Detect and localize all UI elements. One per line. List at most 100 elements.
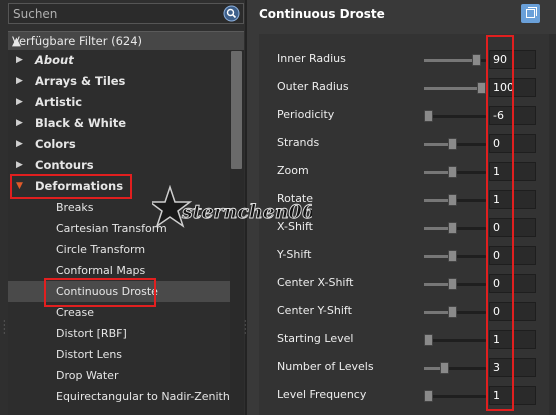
slider-fill — [424, 59, 472, 62]
filter-item-label: Distort Lens — [56, 348, 123, 361]
filter-item-label: Circle Transform — [56, 243, 146, 256]
slider-fill — [424, 87, 477, 90]
param-slider[interactable] — [424, 278, 486, 290]
filter-item-distort-rbf-[interactable]: Distort [RBF] — [8, 323, 230, 344]
slider-fill — [424, 311, 448, 314]
param-slider[interactable] — [424, 110, 486, 122]
spinner-buttons[interactable] — [523, 275, 535, 292]
param-slider[interactable] — [424, 390, 486, 402]
slider-handle[interactable] — [471, 54, 481, 66]
category-arrays-tiles[interactable]: ▶ Arrays & Tiles — [8, 71, 230, 92]
filter-title: Continuous Droste — [259, 7, 385, 21]
category-label: Artistic — [35, 95, 83, 109]
slider-fill — [424, 199, 448, 202]
param-label: Starting Level — [277, 332, 354, 345]
continuous-droste-highlight-box — [44, 278, 156, 307]
spinner-buttons[interactable] — [523, 387, 535, 404]
parameter-scrollbar[interactable] — [549, 34, 556, 415]
resize-grip-icon[interactable]: · · · · — [3, 318, 6, 338]
slider-handle[interactable] — [447, 166, 457, 178]
scrollbar-thumb[interactable] — [231, 51, 242, 169]
slider-handle[interactable] — [477, 82, 486, 94]
spinner-buttons[interactable] — [523, 219, 535, 236]
filter-item-label: Cartesian Transform — [56, 222, 167, 235]
category-black-white[interactable]: ▶ Black & White — [8, 113, 230, 134]
search-box — [8, 3, 244, 24]
category-label: Black & White — [35, 116, 127, 130]
search-icon[interactable] — [223, 5, 240, 22]
spinner-buttons[interactable] — [523, 303, 535, 320]
slider-handle[interactable] — [447, 278, 457, 290]
param-slider[interactable] — [424, 250, 486, 262]
category-contours[interactable]: ▶ Contours — [8, 155, 230, 176]
category-label: Arrays & Tiles — [35, 74, 126, 88]
collapsed-arrow-icon[interactable]: ▶ — [16, 50, 23, 71]
filter-item-label: Breaks — [56, 201, 94, 214]
slider-fill — [424, 255, 448, 258]
param-label: Strands — [277, 136, 320, 149]
spinner-buttons[interactable] — [523, 51, 535, 68]
category-label: Contours — [35, 158, 94, 172]
param-slider[interactable] — [424, 194, 486, 206]
param-label: Number of Levels — [277, 360, 374, 373]
filter-item-circle-transform[interactable]: Circle Transform — [8, 239, 230, 260]
divider-grip-icon[interactable]: · · · · — [244, 318, 247, 338]
window-back-icon — [528, 7, 537, 16]
param-slider[interactable] — [424, 222, 486, 234]
param-slider[interactable] — [424, 82, 486, 94]
filters-header: Verfügbare Filter (624) ▲ — [8, 31, 244, 50]
spinner-buttons[interactable] — [523, 135, 535, 152]
spinner-buttons[interactable] — [523, 359, 535, 376]
deformations-highlight-box — [10, 174, 132, 199]
collapsed-arrow-icon[interactable]: ▶ — [16, 134, 23, 155]
watermark-text: sternchen06 — [181, 201, 312, 223]
param-slider[interactable] — [424, 166, 486, 178]
spinner-buttons[interactable] — [523, 107, 535, 124]
filter-item-drop-water[interactable]: Drop Water — [8, 365, 230, 386]
slider-handle[interactable] — [447, 194, 457, 206]
slider-handle[interactable] — [424, 334, 433, 346]
slider-fill — [424, 171, 448, 174]
category-colors[interactable]: ▶ Colors — [8, 134, 230, 155]
slider-handle[interactable] — [447, 306, 457, 318]
spinner-buttons[interactable] — [523, 191, 535, 208]
slider-handle[interactable] — [424, 110, 433, 122]
collapsed-arrow-icon[interactable]: ▶ — [16, 155, 23, 176]
values-highlight-box — [486, 35, 514, 411]
param-label: Inner Radius — [277, 52, 346, 65]
param-slider[interactable] — [424, 138, 486, 150]
slider-handle[interactable] — [424, 390, 433, 402]
search-input[interactable] — [13, 5, 218, 22]
slider-handle[interactable] — [447, 222, 457, 234]
slider-fill — [424, 227, 448, 230]
slider-fill — [424, 143, 448, 146]
slider-handle[interactable] — [439, 362, 449, 374]
param-slider[interactable] — [424, 306, 486, 318]
spinner-buttons[interactable] — [523, 79, 535, 96]
category-artistic[interactable]: ▶ Artistic — [8, 92, 230, 113]
slider-handle[interactable] — [447, 250, 457, 262]
filter-item-label: Equirectangular to Nadir-Zenith — [56, 390, 230, 403]
filter-item-distort-lens[interactable]: Distort Lens — [8, 344, 230, 365]
scroll-up-icon[interactable]: ▲ — [12, 34, 241, 48]
spinner-buttons[interactable] — [523, 331, 535, 348]
param-label: Center X-Shift — [277, 276, 354, 289]
window-toggle-button[interactable] — [521, 4, 540, 23]
spinner-buttons[interactable] — [523, 163, 535, 180]
param-slider[interactable] — [424, 362, 486, 374]
param-label: Periodicity — [277, 108, 335, 121]
slider-handle[interactable] — [447, 138, 457, 150]
spinner-buttons[interactable] — [523, 247, 535, 264]
collapsed-arrow-icon[interactable]: ▶ — [16, 71, 23, 92]
collapsed-arrow-icon[interactable]: ▶ — [16, 92, 23, 113]
param-slider[interactable] — [424, 54, 486, 66]
param-label: Level Frequency — [277, 388, 367, 401]
param-label: Y-Shift — [277, 248, 312, 261]
filter-item-equirectangular-to-nadir-zenith[interactable]: Equirectangular to Nadir-Zenith — [8, 386, 230, 407]
category-label: About — [35, 53, 74, 67]
category-about[interactable]: ▶ About — [8, 50, 230, 71]
param-label: Outer Radius — [277, 80, 349, 93]
param-label: Zoom — [277, 164, 309, 177]
param-slider[interactable] — [424, 334, 486, 346]
collapsed-arrow-icon[interactable]: ▶ — [16, 113, 23, 134]
